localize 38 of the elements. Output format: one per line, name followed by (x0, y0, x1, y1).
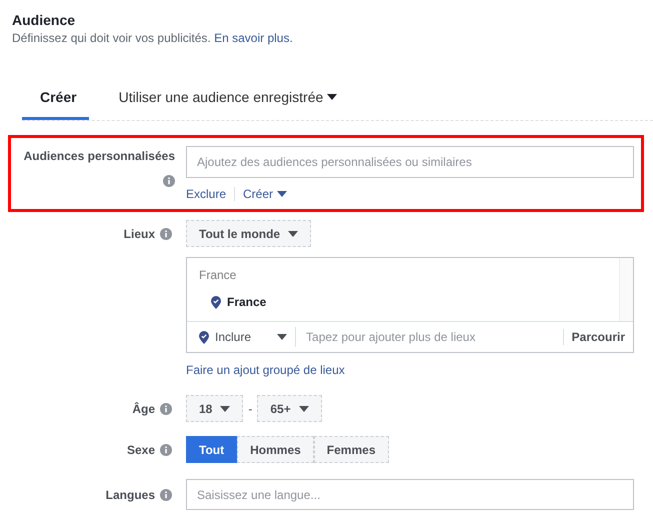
caret-icon (288, 230, 298, 236)
browse-button[interactable]: Parcourir (562, 329, 625, 345)
info-icon[interactable] (160, 228, 172, 240)
field-label: Âge (132, 402, 155, 416)
info-icon[interactable] (160, 488, 172, 500)
max-age-dropdown[interactable]: 65+ (257, 395, 322, 422)
caret-icon (298, 406, 309, 412)
field-label: Sexe (126, 442, 155, 456)
custom-audience-field[interactable]: Ajoutez des audiences personnalisées ou similaires (186, 146, 634, 178)
scrollbar[interactable] (619, 258, 633, 321)
range-separator: - (248, 402, 252, 416)
gender-option[interactable]: Hommes (237, 436, 314, 463)
caret-icon (277, 191, 288, 197)
location-scope-dropdown[interactable]: Tout le monde (186, 220, 312, 247)
location-pin-icon (199, 330, 209, 344)
field-label: Langues (106, 488, 155, 502)
group-title: France (199, 268, 238, 282)
field-label: Audiences personnalisées (24, 149, 175, 163)
bulk-locations-link[interactable]: Faire un ajout groupé de lieux (186, 363, 345, 377)
create-link[interactable]: Créer (243, 187, 288, 201)
gender-option[interactable]: Tout (186, 436, 238, 463)
caret-icon (277, 334, 288, 340)
learn-more-link[interactable]: En savoir plus. (214, 31, 293, 45)
field-label: Lieux (124, 226, 155, 240)
min-age-dropdown[interactable]: 18 (186, 395, 244, 422)
location-pin-icon (211, 296, 221, 308)
section-description: Définissez qui doit voir vos publicités. En savoir plus. (12, 31, 294, 45)
exclude-link[interactable]: Exclure (186, 187, 226, 201)
gender-option[interactable]: Femmes (314, 436, 388, 463)
caret-icon (220, 406, 230, 412)
tab[interactable]: Créer (22, 89, 89, 120)
language-field[interactable]: Saisissez une langue... (186, 479, 634, 510)
info-icon[interactable] (160, 402, 172, 414)
info-icon[interactable] (160, 444, 172, 456)
info-icon[interactable] (163, 175, 175, 187)
location-item: France (227, 295, 266, 309)
tab[interactable]: Utiliser une audience enregistrée (100, 89, 350, 120)
section-title: Audience (12, 12, 76, 28)
